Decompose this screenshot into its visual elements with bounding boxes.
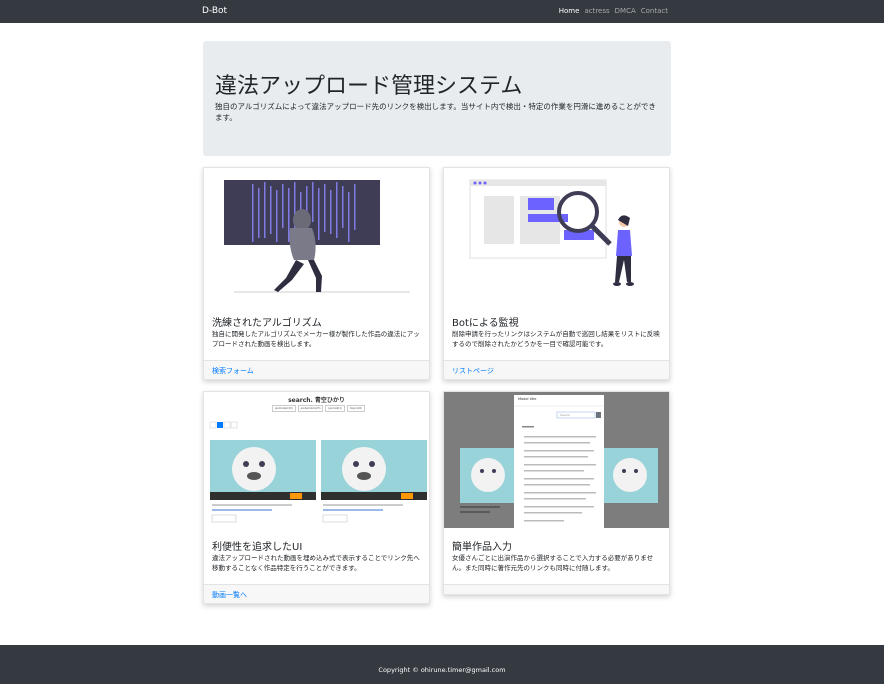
algorithm-illustration [204,168,429,304]
bot-monitor-illustration [444,168,669,304]
nav-link-home[interactable]: Home [559,7,580,15]
card-footer: 動画一覧へ [204,584,429,603]
hero-lead: 独自のアルゴリズムによって違法アップロード先のリンクを検出します。当サイト内で検… [215,102,656,122]
nav-link-dmca[interactable]: DMCA [615,7,636,15]
card-footer: 検索フォーム [204,360,429,379]
card-footer [444,584,669,594]
hero-jumbotron: 違法アップロード管理システム 独自のアルゴリズムによって違法アップロード先のリン… [203,41,671,156]
feature-card-bot-monitor: Botによる監視 削除申請を行ったリンクはシステムが自動で巡回し結果をリストに反… [443,167,670,380]
card-title: 洗練されたアルゴリズム [212,318,322,329]
card-text: 女優さんごとに出演作品から選択することで入力する必要がありません。また同時に著作… [452,554,654,572]
feature-card-algorithm: 洗練されたアルゴリズム 独自に開発したアルゴリズムでメーカー様が製作した作品の違… [203,167,430,380]
site-footer: Copyright © ohirune.timer@gmail.com [0,645,884,684]
copyright-text: Copyright © ohirune.timer@gmail.com [378,666,506,674]
card-text: 違法アップロードされた動画を埋め込み式で表示することでリンク先へ移動することなく… [212,554,420,572]
navbar-brand[interactable]: D-Bot [202,6,227,16]
card-text: 独自に開発したアルゴリズムでメーカー様が製作した作品の違法にアップロードされた動… [212,330,420,348]
list-page-link[interactable]: リストページ [452,366,494,376]
navbar-links: Home actress DMCA Contact [559,7,668,15]
search-form-link[interactable]: 検索フォーム [212,366,254,376]
modal-search-input: Search [560,413,571,417]
card-footer: リストページ [444,360,669,379]
card-text: 削除申請を行ったリンクはシステムが自動で巡回し結果をリストに反映するので削除され… [452,330,660,348]
hero-title: 違法アップロード管理システム [215,74,523,99]
easy-input-screenshot: Modal title Search [444,392,669,528]
card-title: Botによる監視 [452,318,519,329]
ui-screenshot-thumbnail: search. 青空ひかり javmoster(20) avidemobin(2… [204,392,429,528]
nav-link-actress[interactable]: actress [584,7,609,15]
nav-link-contact[interactable]: Contact [641,7,668,15]
top-navbar: D-Bot Home actress DMCA Contact [0,0,884,23]
feature-card-ui: search. 青空ひかり javmoster(20) avidemobin(2… [203,391,430,604]
video-list-link[interactable]: 動画一覧へ [212,590,247,600]
modal-title: Modal title [518,397,537,401]
feature-card-easy-input: Modal title Search 簡単作品入力 女優さんごとに出演作品から選… [443,391,670,595]
card-title: 簡単作品入力 [452,542,512,553]
card-title: 利便性を追求したUI [212,542,303,553]
